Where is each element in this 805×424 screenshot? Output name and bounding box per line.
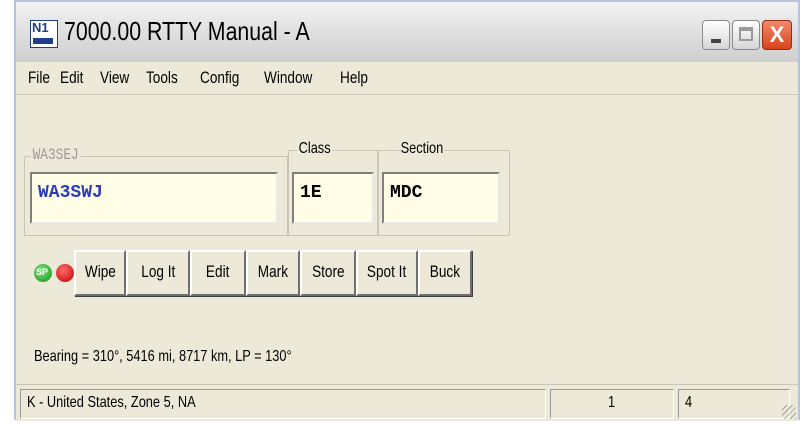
maximize-button[interactable] (732, 20, 760, 50)
class-label: Class (297, 140, 333, 158)
status-pane-3: 4 (678, 389, 790, 419)
menu-config[interactable]: Config (200, 68, 239, 88)
bearing-info: Bearing = 310°, 5416 mi, 8717 km, LP = 1… (34, 348, 292, 365)
app-icon-bar (33, 38, 53, 44)
spot-it-button[interactable]: Spot It (356, 250, 418, 296)
sp-status-label: SP (36, 267, 49, 277)
close-icon: X (769, 22, 785, 47)
title-bar[interactable]: N1 7000.00 RTTY Manual - A X (16, 2, 798, 63)
minimize-button[interactable] (702, 20, 730, 50)
resize-grip-icon[interactable] (782, 405, 796, 419)
logger-window: N1 7000.00 RTTY Manual - A X File Edit V… (14, 0, 800, 421)
menu-window[interactable]: Window (264, 68, 312, 88)
section-field[interactable]: MDC (382, 172, 500, 224)
menu-help[interactable]: Help (340, 68, 368, 88)
buck-button[interactable]: Buck (418, 250, 472, 296)
section-label: Section (399, 140, 445, 158)
sp-status-icon: SP (34, 264, 52, 282)
status-bar: K - United States, Zone 5, NA 1 4 (16, 384, 798, 421)
menu-tools[interactable]: Tools (146, 68, 178, 88)
mark-button[interactable]: Mark (246, 250, 300, 296)
store-button[interactable]: Store (300, 250, 356, 296)
window-title: 7000.00 RTTY Manual - A (64, 16, 310, 46)
menu-edit[interactable]: Edit (60, 68, 83, 88)
status-country: K - United States, Zone 5, NA (20, 389, 546, 419)
menu-bar: File Edit View Tools Config Window Help (16, 62, 798, 95)
app-icon[interactable]: N1 (30, 20, 58, 48)
edit-button[interactable]: Edit (190, 250, 246, 296)
call-field[interactable]: WA3SWJ (30, 172, 278, 224)
red-status-icon (56, 264, 74, 282)
menu-view[interactable]: View (100, 68, 129, 88)
status-pane-2: 1 (550, 389, 674, 419)
app-icon-label: N1 (32, 20, 49, 35)
menu-file[interactable]: File (28, 68, 50, 88)
log-it-button[interactable]: Log It (126, 250, 190, 296)
wipe-button[interactable]: Wipe (74, 250, 126, 296)
call-group-label: WA3SEJ (31, 146, 81, 164)
close-button[interactable]: X (762, 20, 792, 50)
class-field[interactable]: 1E (292, 172, 374, 224)
